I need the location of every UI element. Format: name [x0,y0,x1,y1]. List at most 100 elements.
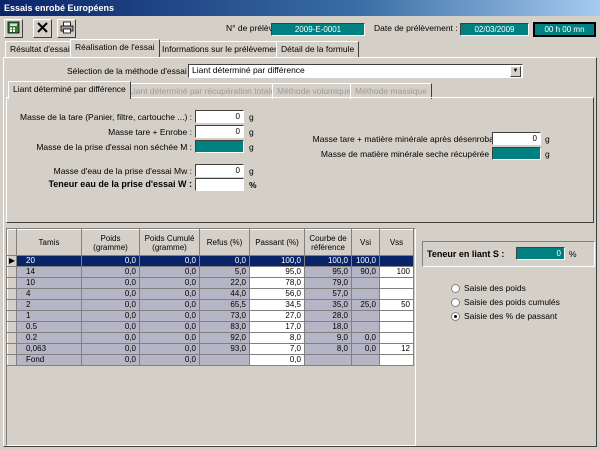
table-cell[interactable]: 100,0 [351,255,380,267]
table-row[interactable]: 14 0,0 0,0 5,0 95,0 95,0 90,0 100 [7,266,414,278]
table-cell[interactable]: 28,0 [304,310,352,322]
table-cell[interactable]: 0,0 [199,255,250,267]
table-cell[interactable] [379,321,414,333]
tab-informations[interactable]: Informations sur le prélèvement [157,41,287,57]
table-cell[interactable]: 0,0 [351,332,380,344]
table-row[interactable]: 1 0,0 0,0 73,0 27,0 28,0 [7,310,414,322]
table-cell[interactable]: 27,0 [249,310,305,322]
table-cell[interactable]: 92,0 [199,332,250,344]
table-cell[interactable]: 0,0 [139,321,200,333]
calculate-button[interactable] [4,19,23,38]
print-button[interactable] [57,19,76,38]
table-row[interactable]: 0.5 0,0 0,0 83,0 17,0 18,0 [7,321,414,333]
table-cell[interactable]: 0,0 [81,288,140,300]
table-cell[interactable]: 12 [379,343,414,355]
eau-input[interactable]: 0 [195,164,244,177]
table-cell[interactable]: 73,0 [199,310,250,322]
table-cell[interactable] [351,277,380,289]
table-row[interactable]: 10 0,0 0,0 22,0 78,0 79,0 [7,277,414,289]
sample-date-field[interactable]: 02/03/2009 [460,23,529,36]
table-cell[interactable] [304,354,352,366]
table-cell[interactable]: 0,0 [139,332,200,344]
table-cell[interactable]: 0,0 [139,310,200,322]
sample-time-field[interactable]: 00 h 00 mn [533,22,596,37]
row-pointer-icon[interactable]: ▶ [7,255,17,267]
tab-resultat[interactable]: Résultat d'essai [5,41,75,57]
table-cell[interactable]: 10 [16,277,82,289]
table-cell[interactable]: 17,0 [249,321,305,333]
table-cell[interactable]: 95,0 [249,266,305,278]
table-row[interactable]: Fond 0,0 0,0 0,0 [7,354,414,366]
table-cell[interactable]: 25,0 [351,299,380,311]
tare-input[interactable]: 0 [195,110,244,123]
table-cell[interactable]: 20 [16,255,82,267]
table-row[interactable]: ▶ 20 0,0 0,0 0,0 100,0 100,0 100,0 [7,255,414,267]
radio-saisie-passant[interactable]: Saisie des % de passant [451,311,557,322]
close-button[interactable] [33,19,52,38]
table-cell[interactable]: 57,0 [304,288,352,300]
table-cell[interactable]: 44,0 [199,288,250,300]
table-cell[interactable]: 93,0 [199,343,250,355]
table-row[interactable]: 2 0,0 0,0 65,5 34,5 35,0 25,0 50 [7,299,414,311]
table-cell[interactable]: 0,0 [81,343,140,355]
table-cell[interactable] [351,288,380,300]
tab-detail-formule[interactable]: Détail de la formule [276,41,360,57]
table-cell[interactable]: 4 [16,288,82,300]
row-indicator[interactable] [7,354,17,366]
table-cell[interactable]: 8,0 [304,343,352,355]
table-cell[interactable]: 65,5 [199,299,250,311]
table-cell[interactable]: 35,0 [304,299,352,311]
table-cell[interactable]: 100 [379,266,414,278]
table-cell[interactable]: 0,0 [81,255,140,267]
table-cell[interactable]: 0,0 [81,299,140,311]
table-cell[interactable]: 0,0 [81,321,140,333]
table-cell[interactable] [351,354,380,366]
table-cell[interactable]: 0,0 [81,354,140,366]
table-cell[interactable]: 0.5 [16,321,82,333]
table-cell[interactable]: 5,0 [199,266,250,278]
row-indicator[interactable] [7,277,17,289]
table-cell[interactable]: 2 [16,299,82,311]
table-cell[interactable]: 0,0 [81,332,140,344]
table-cell[interactable] [379,255,414,267]
table-row[interactable]: 0,063 0,0 0,0 93,0 7,0 8,0 0,0 12 [7,343,414,355]
table-cell[interactable]: 0,0 [81,266,140,278]
table-cell[interactable]: 79,0 [304,277,352,289]
tab-realisation[interactable]: Réalisation de l'essai [70,39,160,57]
table-cell[interactable]: 7,0 [249,343,305,355]
table-cell[interactable] [379,332,414,344]
table-cell[interactable]: 0,063 [16,343,82,355]
row-indicator[interactable] [7,343,17,355]
row-indicator[interactable] [7,332,17,344]
table-cell[interactable]: 18,0 [304,321,352,333]
table-cell[interactable]: 78,0 [249,277,305,289]
row-indicator[interactable] [7,266,17,278]
row-indicator[interactable] [7,321,17,333]
table-cell[interactable]: 56,0 [249,288,305,300]
row-indicator[interactable] [7,299,17,311]
table-cell[interactable]: 0,0 [139,288,200,300]
table-cell[interactable] [379,310,414,322]
table-cell[interactable]: Fond [16,354,82,366]
table-cell[interactable]: 0,0 [139,277,200,289]
table-cell[interactable]: 0.2 [16,332,82,344]
radio-saisie-poids[interactable]: Saisie des poids [451,283,526,294]
table-cell[interactable]: 0,0 [139,266,200,278]
table-cell[interactable]: 22,0 [199,277,250,289]
table-cell[interactable]: 14 [16,266,82,278]
table-cell[interactable]: 0,0 [139,354,200,366]
table-cell[interactable]: 34,5 [249,299,305,311]
table-cell[interactable]: 50 [379,299,414,311]
table-cell[interactable] [199,354,250,366]
table-cell[interactable]: 8,0 [249,332,305,344]
table-cell[interactable]: 0,0 [351,343,380,355]
teneur-eau-input[interactable] [195,178,244,191]
radio-saisie-poids-cumules[interactable]: Saisie des poids cumulés [451,297,560,308]
table-cell[interactable] [379,277,414,289]
table-cell[interactable]: 0,0 [139,343,200,355]
tare-min-input[interactable]: 0 [492,132,541,145]
table-row[interactable]: 4 0,0 0,0 44,0 56,0 57,0 [7,288,414,300]
table-cell[interactable]: 100,0 [249,255,305,267]
table-cell[interactable]: 90,0 [351,266,380,278]
table-cell[interactable]: 0,0 [139,255,200,267]
